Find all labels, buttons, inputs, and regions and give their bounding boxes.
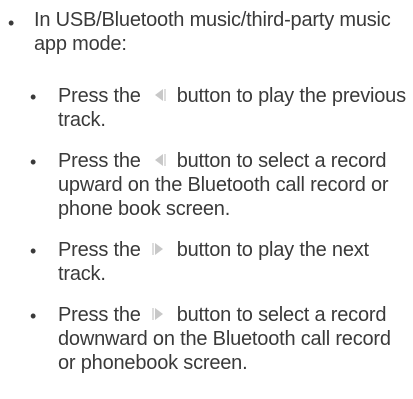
instruction-text: Press the button to select a record downw…	[58, 303, 413, 375]
instruction-item: • Press the button to play the previous t…	[30, 84, 413, 132]
instruction-text: Press the button to play the previous tra…	[58, 84, 413, 132]
bullet: •	[30, 306, 37, 326]
instruction-prefix: Press the	[58, 304, 141, 326]
instruction-prefix: Press the	[58, 85, 141, 107]
instruction-item: • Press the button to select a record upw…	[30, 149, 413, 221]
manual-page: • In USB/Bluetooth music/third-party mus…	[0, 0, 413, 399]
next-track-icon	[147, 305, 171, 323]
instruction-list: • Press the button to play the previous t…	[30, 84, 413, 375]
bullet: •	[30, 152, 37, 172]
next-track-icon	[147, 240, 171, 258]
bullet: •	[8, 13, 15, 33]
instruction-text: Press the button to play the next track.	[58, 238, 413, 286]
instruction-item: • Press the button to play the next track…	[30, 238, 413, 286]
previous-track-icon	[147, 151, 171, 169]
previous-track-icon	[147, 86, 171, 104]
instruction-text: Press the button to select a record upwar…	[58, 149, 413, 221]
instruction-prefix: Press the	[58, 150, 141, 172]
instruction-prefix: Press the	[58, 239, 141, 261]
bullet: •	[30, 241, 37, 261]
bullet: •	[30, 87, 37, 107]
instruction-item: • Press the button to select a record dow…	[30, 303, 413, 375]
mode-heading: In USB/Bluetooth music/third-party music…	[34, 9, 391, 55]
